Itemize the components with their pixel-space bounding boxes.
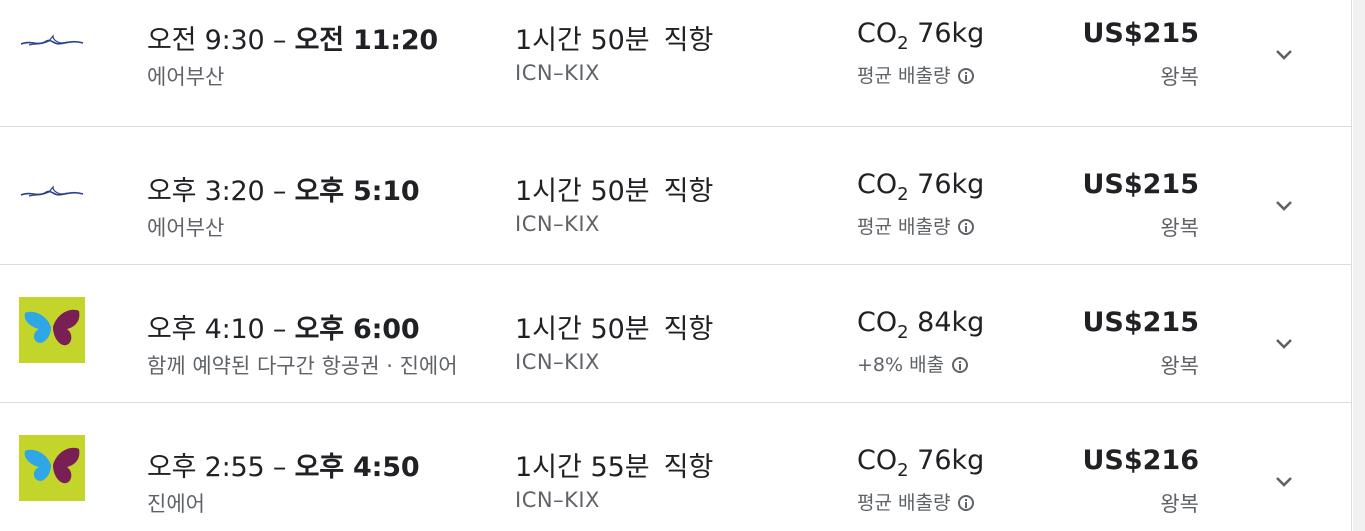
flight-times: 오후 4:10 – 오후 6:00 — [147, 314, 420, 345]
expand-button[interactable] — [1262, 184, 1306, 228]
flight-duration: 1시간 50분 직항 — [515, 176, 714, 207]
price-type: 왕복 — [1160, 216, 1199, 240]
expand-button[interactable] — [1262, 460, 1306, 504]
emissions-label: +8% 배출 — [857, 350, 969, 377]
price-type: 왕복 — [1160, 492, 1199, 516]
expand-button[interactable] — [1262, 33, 1306, 77]
jin-air-logo — [19, 297, 85, 363]
scrollbar[interactable] — [1353, 0, 1365, 531]
emissions-label: 평균 배출량 — [857, 488, 975, 515]
airline-name: 함께 예약된 다구간 항공권 · 진에어 — [147, 354, 458, 378]
price: US$215 — [1082, 18, 1199, 49]
route-code: ICN–KIX — [515, 61, 600, 85]
flight-duration: 1시간 50분 직항 — [515, 314, 714, 345]
jin-air-logo — [19, 435, 85, 501]
price: US$215 — [1082, 169, 1199, 200]
co2-emission: CO2 84kg — [857, 307, 985, 343]
chevron-down-icon — [1276, 50, 1292, 60]
chevron-down-icon — [1276, 477, 1292, 487]
flight-times: 오후 3:20 – 오후 5:10 — [147, 176, 420, 207]
flight-row[interactable]: 오전 9:30 – 오전 11:20 에어부산 1시간 50분 직항 ICN–KI… — [0, 0, 1352, 127]
co2-emission: CO2 76kg — [857, 445, 985, 481]
chevron-down-icon — [1276, 339, 1292, 349]
co2-emission: CO2 76kg — [857, 18, 985, 54]
info-icon[interactable] — [958, 68, 975, 84]
info-icon[interactable] — [958, 219, 975, 235]
airline-name: 에어부산 — [147, 65, 225, 89]
flight-row[interactable]: 오후 2:55 – 오후 4:50 진에어 1시간 55분 직항 ICN–KIX … — [0, 403, 1352, 531]
flight-times: 오후 2:55 – 오후 4:50 — [147, 452, 420, 483]
route-code: ICN–KIX — [515, 350, 600, 374]
expand-button[interactable] — [1262, 322, 1306, 366]
price: US$216 — [1082, 445, 1199, 476]
flight-times: 오전 9:30 – 오전 11:20 — [147, 25, 439, 56]
flight-duration: 1시간 50분 직항 — [515, 25, 714, 56]
price-type: 왕복 — [1160, 65, 1199, 89]
airline-name: 에어부산 — [147, 216, 225, 240]
emissions-label: 평균 배출량 — [857, 61, 975, 88]
flight-row[interactable]: 오후 4:10 – 오후 6:00 함께 예약된 다구간 항공권 · 진에어 1… — [0, 265, 1352, 403]
air-busan-logo — [19, 8, 85, 74]
stops-label: 직항 — [663, 452, 714, 483]
info-icon[interactable] — [958, 495, 975, 511]
flight-duration: 1시간 55분 직항 — [515, 452, 714, 483]
stops-label: 직항 — [663, 25, 714, 56]
route-code: ICN–KIX — [515, 212, 600, 236]
flight-results-list: 오전 9:30 – 오전 11:20 에어부산 1시간 50분 직항 ICN–KI… — [0, 0, 1352, 531]
airline-name: 진에어 — [147, 492, 205, 516]
info-icon[interactable] — [952, 357, 969, 373]
stops-label: 직항 — [663, 176, 714, 207]
flight-row[interactable]: 오후 3:20 – 오후 5:10 에어부산 1시간 50분 직항 ICN–KIX… — [0, 127, 1352, 265]
stops-label: 직항 — [663, 314, 714, 345]
price: US$215 — [1082, 307, 1199, 338]
emissions-label: 평균 배출량 — [857, 212, 975, 239]
chevron-down-icon — [1276, 201, 1292, 211]
route-code: ICN–KIX — [515, 488, 600, 512]
price-type: 왕복 — [1160, 354, 1199, 378]
air-busan-logo — [19, 159, 85, 225]
co2-emission: CO2 76kg — [857, 169, 985, 205]
